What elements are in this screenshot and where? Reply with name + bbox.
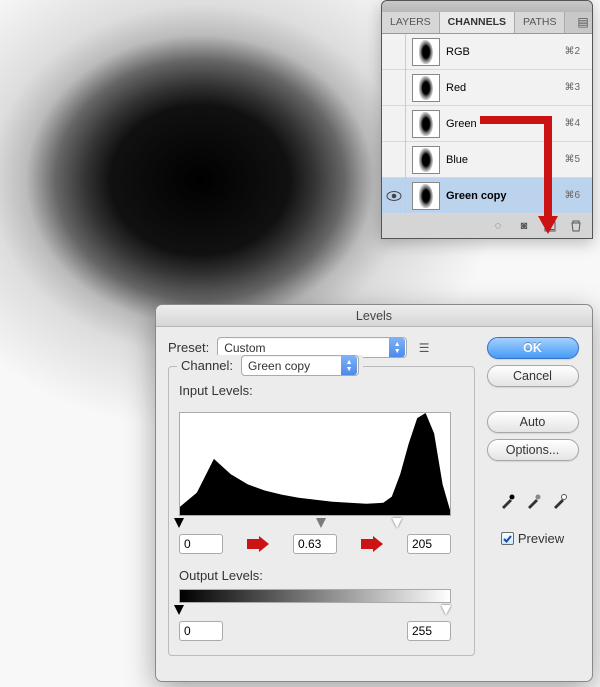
visibility-toggle[interactable] — [382, 142, 406, 178]
channel-row-green[interactable]: Green⌘4 — [382, 106, 592, 142]
channel-row-rgb[interactable]: RGB⌘2 — [382, 34, 592, 70]
channel-shortcut: ⌘3 — [564, 82, 580, 93]
channel-label: Channel: — [181, 358, 233, 373]
save-selection-icon[interactable]: ◙ — [516, 218, 532, 234]
midtone-slider[interactable] — [316, 518, 326, 528]
histogram — [179, 412, 451, 516]
channel-shortcut: ⌘2 — [564, 46, 580, 57]
channel-thumbnail — [412, 182, 440, 210]
output-high[interactable] — [407, 621, 451, 641]
tab-channels[interactable]: CHANNELS — [440, 12, 515, 33]
channel-row-green-copy[interactable]: Green copy⌘6 — [382, 178, 592, 214]
eyedropper-black-icon[interactable] — [498, 491, 516, 511]
panel-menu-icon[interactable]: ▤ — [574, 12, 592, 33]
dialog-title[interactable]: Levels — [156, 305, 592, 327]
select-arrows-icon: ▲▼ — [341, 356, 357, 375]
input-shadow[interactable] — [179, 534, 223, 554]
channel-name: RGB — [446, 46, 564, 58]
new-channel-icon[interactable] — [542, 218, 558, 234]
select-arrows-icon: ▲▼ — [389, 338, 405, 357]
output-levels-label: Output Levels: — [179, 568, 464, 583]
preview-label: Preview — [518, 531, 564, 546]
panel-titlebar[interactable] — [382, 1, 592, 12]
channel-name: Blue — [446, 154, 564, 166]
options-button[interactable]: Options... — [487, 439, 579, 461]
visibility-toggle[interactable] — [382, 106, 406, 142]
channel-shortcut: ⌘5 — [564, 154, 580, 165]
channels-panel: LAYERS CHANNELS PATHS ▤ RGB⌘2Red⌘3Green⌘… — [381, 0, 593, 239]
visibility-toggle[interactable] — [382, 34, 406, 70]
channel-select[interactable]: Green copy ▲▼ — [241, 355, 359, 376]
output-low-slider[interactable] — [174, 605, 184, 615]
preset-menu-icon[interactable]: ☰ — [415, 341, 433, 355]
dialog-right: OK Cancel Auto Options... Preview — [485, 337, 580, 656]
eyedropper-white-icon[interactable] — [550, 491, 568, 511]
visibility-toggle[interactable] — [382, 70, 406, 106]
channel-thumbnail — [412, 110, 440, 138]
output-slider-track[interactable] — [179, 605, 451, 617]
levels-dialog: Levels Preset: Custom ▲▼ ☰ Channel: Gree… — [155, 304, 593, 682]
auto-button[interactable]: Auto — [487, 411, 579, 433]
channel-name: Green — [446, 118, 564, 130]
input-level-values — [179, 534, 451, 554]
preview-row: Preview — [501, 531, 564, 546]
dialog-left: Preset: Custom ▲▼ ☰ Channel: Green copy … — [168, 337, 475, 656]
channel-name: Red — [446, 82, 564, 94]
channel-shortcut: ⌘4 — [564, 118, 580, 129]
preset-value: Custom — [224, 341, 389, 355]
channel-name: Green copy — [446, 190, 564, 202]
output-low[interactable] — [179, 621, 223, 641]
input-slider-track[interactable] — [179, 518, 451, 530]
preset-label: Preset: — [168, 340, 209, 355]
highlight-slider[interactable] — [392, 518, 402, 528]
ok-button[interactable]: OK — [487, 337, 579, 359]
preview-checkbox[interactable] — [501, 532, 514, 545]
channel-thumbnail — [412, 146, 440, 174]
output-high-slider[interactable] — [441, 605, 451, 615]
delete-channel-icon[interactable] — [568, 218, 584, 234]
cancel-button[interactable]: Cancel — [487, 365, 579, 387]
eyedroppers — [498, 491, 568, 511]
load-selection-icon[interactable]: ◌ — [490, 218, 506, 234]
input-midtone[interactable] — [293, 534, 337, 554]
output-level-values — [179, 621, 451, 641]
channel-value: Green copy — [248, 359, 341, 373]
input-highlight[interactable] — [407, 534, 451, 554]
channel-thumbnail — [412, 38, 440, 66]
channel-shortcut: ⌘6 — [564, 190, 580, 201]
output-gradient — [179, 589, 451, 603]
input-levels-label: Input Levels: — [179, 383, 464, 398]
channel-list: RGB⌘2Red⌘3Green⌘4Blue⌘5Green copy⌘6 — [382, 34, 592, 214]
shadow-slider[interactable] — [174, 518, 184, 528]
channel-row-red[interactable]: Red⌘3 — [382, 70, 592, 106]
channel-thumbnail — [412, 74, 440, 102]
levels-group: Channel: Green copy ▲▼ Input Levels: — [168, 366, 475, 656]
panel-footer: ◌ ◙ — [382, 214, 592, 238]
panel-tabs: LAYERS CHANNELS PATHS ▤ — [382, 12, 592, 34]
visibility-toggle[interactable] — [382, 178, 406, 214]
eyedropper-gray-icon[interactable] — [524, 491, 542, 511]
annotation-arrow-icon — [361, 536, 383, 552]
annotation-arrow-icon — [247, 536, 269, 552]
tab-paths[interactable]: PATHS — [515, 12, 565, 33]
channel-row-blue[interactable]: Blue⌘5 — [382, 142, 592, 178]
tab-layers[interactable]: LAYERS — [382, 12, 440, 33]
